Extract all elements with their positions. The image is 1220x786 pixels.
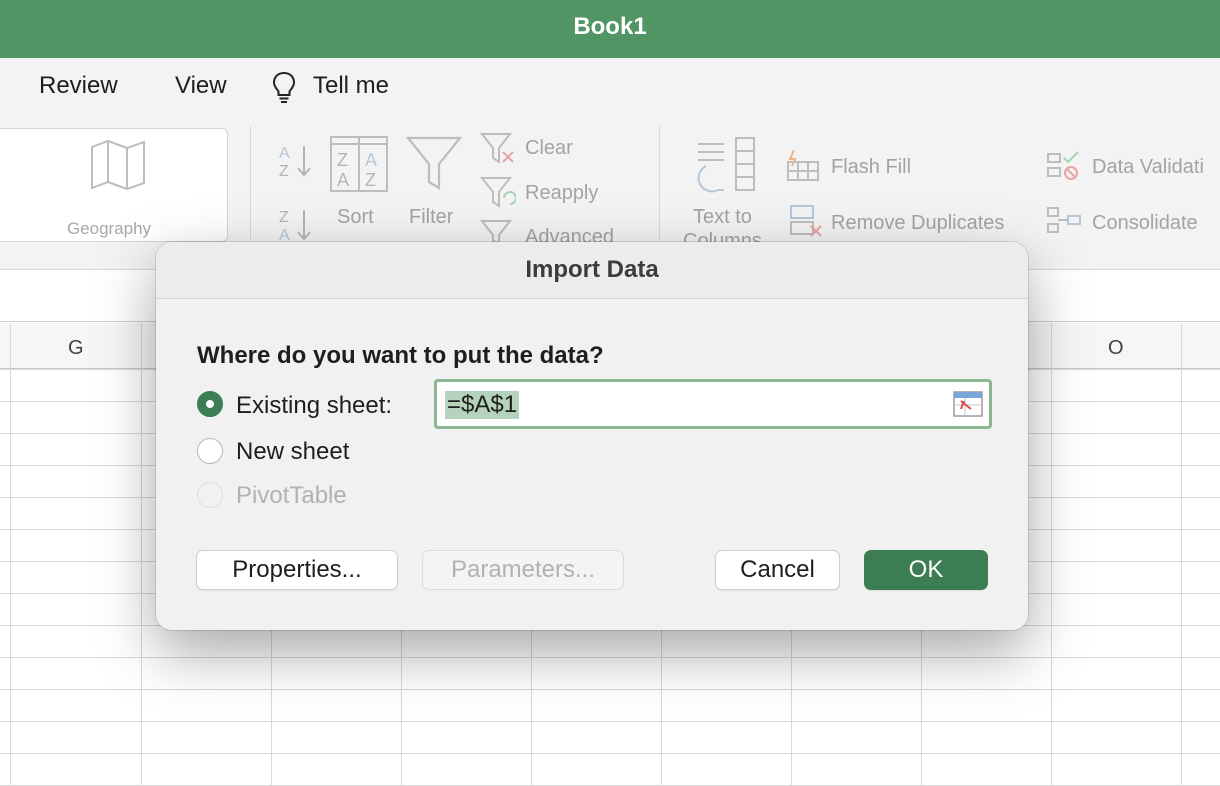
filter-button[interactable]: Filter (409, 206, 453, 229)
dialog-header: Import Data (156, 242, 1028, 299)
existing-sheet-label[interactable]: Existing sheet: (236, 392, 392, 420)
filter-icon[interactable] (406, 136, 462, 192)
grid-line (141, 323, 142, 786)
remove-duplicates-button[interactable]: Remove Duplicates (831, 212, 1004, 235)
import-data-dialog: Import Data Where do you want to put the… (156, 242, 1028, 630)
grid-line (10, 323, 11, 786)
svg-text:A: A (337, 170, 349, 190)
svg-text:A: A (279, 145, 290, 162)
text-to-columns-icon[interactable] (694, 136, 756, 196)
column-header-g[interactable]: G (68, 337, 84, 360)
remove-duplicates-icon[interactable] (789, 204, 823, 238)
flash-fill-icon[interactable] (786, 150, 820, 182)
existing-sheet-radio[interactable] (197, 391, 223, 417)
data-validation-icon[interactable] (1046, 150, 1082, 182)
advanced-button[interactable]: Advanced (525, 226, 614, 242)
cancel-button[interactable]: Cancel (715, 550, 840, 590)
ribbon-separator (659, 126, 660, 241)
parameters-button: Parameters... (422, 550, 624, 590)
svg-text:Z: Z (279, 209, 289, 226)
destination-question: Where do you want to put the data? (197, 342, 604, 369)
lightbulb-icon[interactable] (270, 70, 298, 104)
cell-reference-input[interactable]: =$A$1 (434, 379, 992, 429)
consolidate-icon[interactable] (1046, 206, 1082, 236)
data-validation-button[interactable]: Data Validati (1092, 156, 1204, 179)
advanced-filter-icon[interactable] (480, 219, 516, 243)
svg-text:A: A (365, 150, 377, 170)
clear-filter-icon[interactable] (480, 132, 516, 164)
new-sheet-label[interactable]: New sheet (236, 438, 349, 466)
pivottable-radio (197, 482, 223, 508)
geography-button[interactable]: Geography (0, 128, 228, 242)
column-header-o[interactable]: O (1108, 337, 1124, 360)
svg-text:Z: Z (279, 163, 289, 180)
clear-button[interactable]: Clear (525, 137, 573, 160)
window-title: Book1 (573, 13, 647, 40)
tab-review[interactable]: Review (39, 72, 118, 100)
range-picker-icon[interactable] (953, 391, 983, 417)
title-bar: Book1 (0, 0, 1220, 58)
reapply-filter-icon[interactable] (480, 176, 516, 208)
map-icon (91, 139, 145, 191)
geography-label: Geography (66, 219, 152, 238)
text-to-columns-line1[interactable]: Text to (693, 206, 752, 229)
tell-me-search[interactable]: Tell me (313, 72, 389, 100)
grid-line (1051, 323, 1052, 786)
svg-text:Z: Z (337, 150, 348, 170)
dialog-title: Import Data (525, 256, 659, 283)
pivottable-label: PivotTable (236, 482, 347, 509)
svg-text:Z: Z (365, 170, 376, 190)
sort-descending-icon[interactable]: Z A (276, 206, 316, 244)
consolidate-button[interactable]: Consolidate (1092, 212, 1198, 235)
sort-icon[interactable]: Z A A Z (330, 136, 388, 192)
sort-ascending-icon[interactable]: A Z (276, 142, 316, 180)
tab-view[interactable]: View (175, 72, 227, 100)
reapply-button[interactable]: Reapply (525, 182, 598, 205)
properties-button[interactable]: Properties... (196, 550, 398, 590)
sort-button[interactable]: Sort (337, 206, 374, 229)
ribbon-separator (250, 126, 251, 241)
menu-bar: Review View Tell me (0, 58, 1220, 120)
new-sheet-radio[interactable] (197, 438, 223, 464)
grid-line (1181, 323, 1182, 786)
ok-button[interactable]: OK (864, 550, 988, 590)
flash-fill-button[interactable]: Flash Fill (831, 156, 911, 179)
text-to-columns-line2[interactable]: Columns (683, 230, 762, 242)
cell-reference-value[interactable]: =$A$1 (445, 391, 520, 419)
